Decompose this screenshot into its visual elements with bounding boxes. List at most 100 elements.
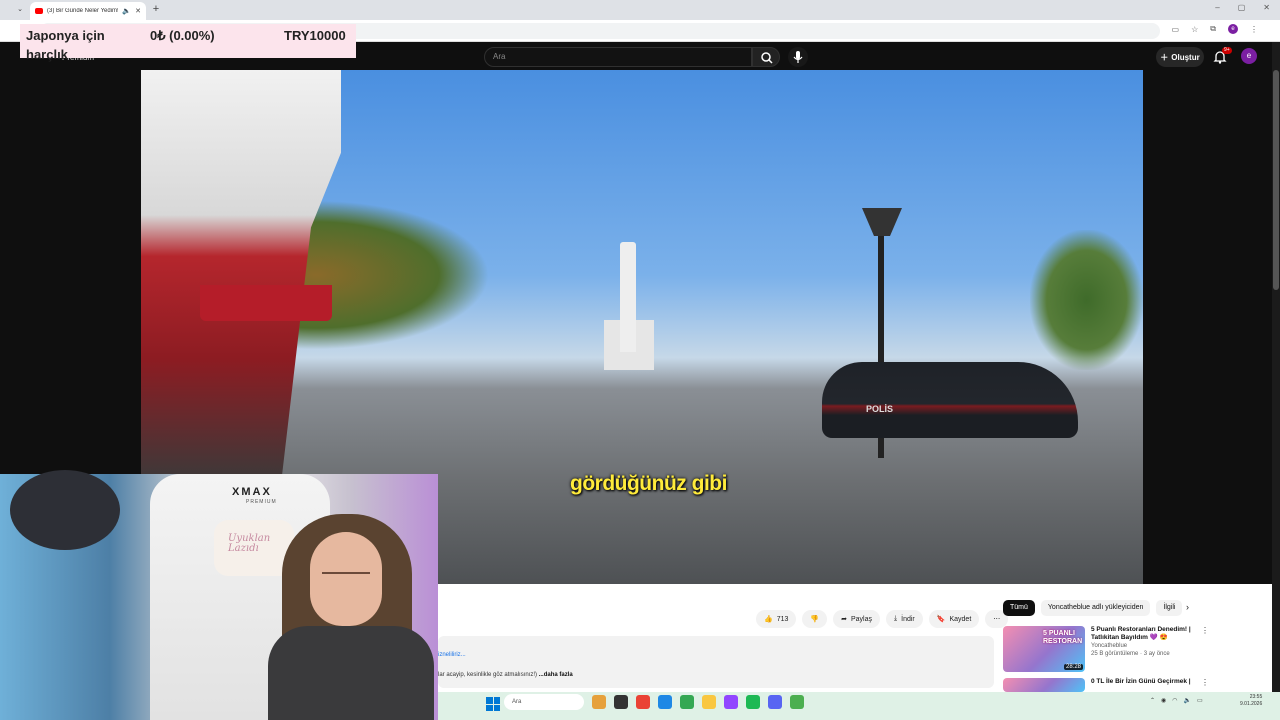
wifi-icon[interactable]: ◠ (1172, 697, 1177, 704)
thumbnail-text: 5 PUANLI RESTORAN (1043, 630, 1083, 645)
show-more-link[interactable]: ...daha fazla (539, 672, 573, 678)
window-controls: – ▢ ✕ (1215, 3, 1270, 12)
streamer-face (310, 532, 382, 626)
goal-amount: TRY10000 (284, 28, 346, 43)
share-arrow-icon: ➦ (841, 616, 847, 623)
tray-app-icon[interactable]: ◉ (1161, 697, 1166, 704)
save-label: Kaydet (949, 615, 972, 623)
more-vertical-icon[interactable]: ⋮ (1201, 678, 1209, 692)
video-trees-right (1030, 230, 1143, 370)
recommendation-thumbnail[interactable] (1003, 678, 1085, 692)
volume-icon[interactable]: 🔈 (1184, 697, 1191, 704)
more-vertical-icon[interactable]: ⋮ (1201, 626, 1209, 672)
window-close-button[interactable]: ✕ (1263, 3, 1270, 12)
create-button[interactable]: ＋ Oluştur (1156, 47, 1204, 67)
browser-tab-bar (0, 0, 1280, 20)
download-icon: ⤓ (894, 615, 898, 622)
save-button[interactable]: 🔖 Kaydet (928, 610, 980, 628)
recommendation-item[interactable]: 0 TL İle Bir İzin Günü Geçirmek | ⋮ (1003, 678, 1209, 692)
address-bar-icons: ▭ ☆ ⧉ e ⋮ (1172, 24, 1258, 34)
chair-brand: XMAX (232, 486, 272, 498)
recommendation-info: 0 TL İle Bir İzin Günü Geçirmek | (1091, 678, 1195, 692)
recommendation-filters: Tümü Yoncatheblue adlı yükleyiciden İlgi… (1003, 600, 1183, 616)
close-icon[interactable]: ✕ (135, 7, 141, 15)
plus-icon: ＋ (1160, 52, 1169, 62)
chevron-right-icon[interactable]: › (1186, 602, 1189, 612)
video-actions: 👍 713 👎 ➦ Paylaş ⤓ İndir 🔖 Kaydet ⋯ (756, 610, 1009, 628)
windows-start-icon[interactable] (486, 697, 500, 711)
police-car-label: POLİS (866, 404, 894, 414)
widgets-icon[interactable] (592, 695, 606, 709)
edge-icon[interactable] (658, 695, 672, 709)
tray-chevron-up-icon[interactable]: ⌃ (1150, 697, 1155, 704)
recommendation-title[interactable]: 5 Puanlı Restoranları Denedim! | Tatlıki… (1091, 626, 1195, 642)
stream-goal-overlay: Japonya için harçlık 0₺ (0.00%) TRY10000 (20, 24, 356, 62)
notification-badge: 9+ (1222, 47, 1232, 54)
speaker-icon[interactable]: 🔈 (122, 7, 131, 15)
search-button[interactable] (752, 47, 780, 67)
system-tray: ⌃ ◉ ◠ 🔈 ▭ (1150, 697, 1203, 704)
recommendation-item[interactable]: 5 PUANLI RESTORAN 28:28 5 Puanlı Restora… (1003, 626, 1209, 672)
minimize-button[interactable]: – (1215, 3, 1219, 12)
scrollbar-thumb[interactable] (1273, 70, 1279, 290)
maximize-button[interactable]: ▢ (1238, 3, 1246, 12)
taskbar-apps (592, 695, 804, 709)
voice-search-button[interactable] (788, 47, 808, 67)
search-icon (761, 52, 773, 64)
microphone-icon (793, 51, 803, 63)
file-explorer-icon[interactable] (702, 695, 716, 709)
filter-chip-all[interactable]: Tümü (1003, 600, 1035, 616)
video-duration: 28:28 (1063, 664, 1083, 670)
chrome-app-icon[interactable] (790, 695, 804, 709)
clock-date: 9.01.2026 (1240, 701, 1263, 707)
description-box[interactable] (438, 636, 994, 688)
like-button[interactable]: 👍 713 (756, 610, 797, 628)
share-button[interactable]: ➦ Paylaş (833, 610, 881, 628)
recommendation-thumbnail[interactable]: 5 PUANLI RESTORAN 28:28 (1003, 626, 1085, 672)
description-text: lar acayip, kesinlikle göz atmalısınız!)… (438, 672, 573, 678)
dislike-button[interactable]: 👎 (802, 610, 828, 628)
discord-icon[interactable] (768, 695, 782, 709)
download-button[interactable]: ⤓ İndir (886, 610, 923, 628)
description-line: lar acayip, kesinlikle göz atmalısınız!) (438, 672, 538, 678)
description-link[interactable]: izneliliriz... (438, 652, 466, 658)
taskbar-clock[interactable]: 23:55 9.01.2026 (1240, 694, 1262, 708)
battery-icon[interactable]: ▭ (1197, 697, 1203, 704)
filter-chip-uploader[interactable]: Yoncatheblue adlı yükleyiciden (1040, 600, 1151, 616)
new-tab-button[interactable]: + (150, 3, 162, 15)
recommendation-meta: 25 B görüntüleme · 3 ay önce (1091, 651, 1170, 657)
twitch-icon[interactable] (724, 695, 738, 709)
chrome-profile-icon[interactable] (680, 695, 694, 709)
taskbar-search-input[interactable]: Ara (504, 694, 584, 710)
recommendation-info: 5 Puanlı Restoranları Denedim! | Tatlıki… (1091, 626, 1195, 672)
create-label: Oluştur (1171, 52, 1200, 62)
goal-label: Japonya için harçlık (26, 28, 105, 62)
chrome-icon[interactable] (636, 695, 650, 709)
bookmark-icon: 🔖 (936, 616, 946, 623)
streamer-shirt (268, 626, 434, 720)
pillow-text: Uyuklan Lazıdı (228, 533, 271, 554)
download-label: İndir (901, 615, 915, 623)
clock-time: 23:55 (1249, 694, 1263, 700)
bookmark-star-icon[interactable]: ☆ (1191, 25, 1198, 34)
browser-tab[interactable]: (3) Bir Günde Neler Yedim! 🔈 ✕ (30, 2, 146, 20)
chair-brand-sub: PREMIUM (246, 499, 277, 505)
video-awning (200, 285, 332, 321)
police-car (822, 362, 1078, 438)
recommendation-title[interactable]: 0 TL İle Bir İzin Günü Geçirmek | (1091, 678, 1195, 686)
thumbs-up-icon: 👍 (764, 616, 773, 623)
video-subtitle: gördüğünüz gibi (570, 472, 727, 495)
recommendation-channel[interactable]: Yoncatheblue (1091, 642, 1195, 650)
extensions-icon[interactable]: ⧉ (1210, 24, 1216, 34)
tab-search-icon[interactable]: ⌄ (14, 4, 26, 16)
account-avatar[interactable]: e (1241, 48, 1257, 64)
profile-avatar[interactable]: e (1228, 24, 1238, 34)
filter-chip-related[interactable]: İlgili (1156, 600, 1183, 616)
cast-icon[interactable]: ▭ (1172, 25, 1180, 34)
like-count: 713 (776, 615, 789, 623)
task-view-icon[interactable] (614, 695, 628, 709)
browser-menu-icon[interactable]: ⋮ (1250, 25, 1258, 34)
spotify-icon[interactable] (746, 695, 760, 709)
search-input[interactable]: Ara (484, 47, 752, 67)
webcam-side-table (10, 470, 120, 550)
